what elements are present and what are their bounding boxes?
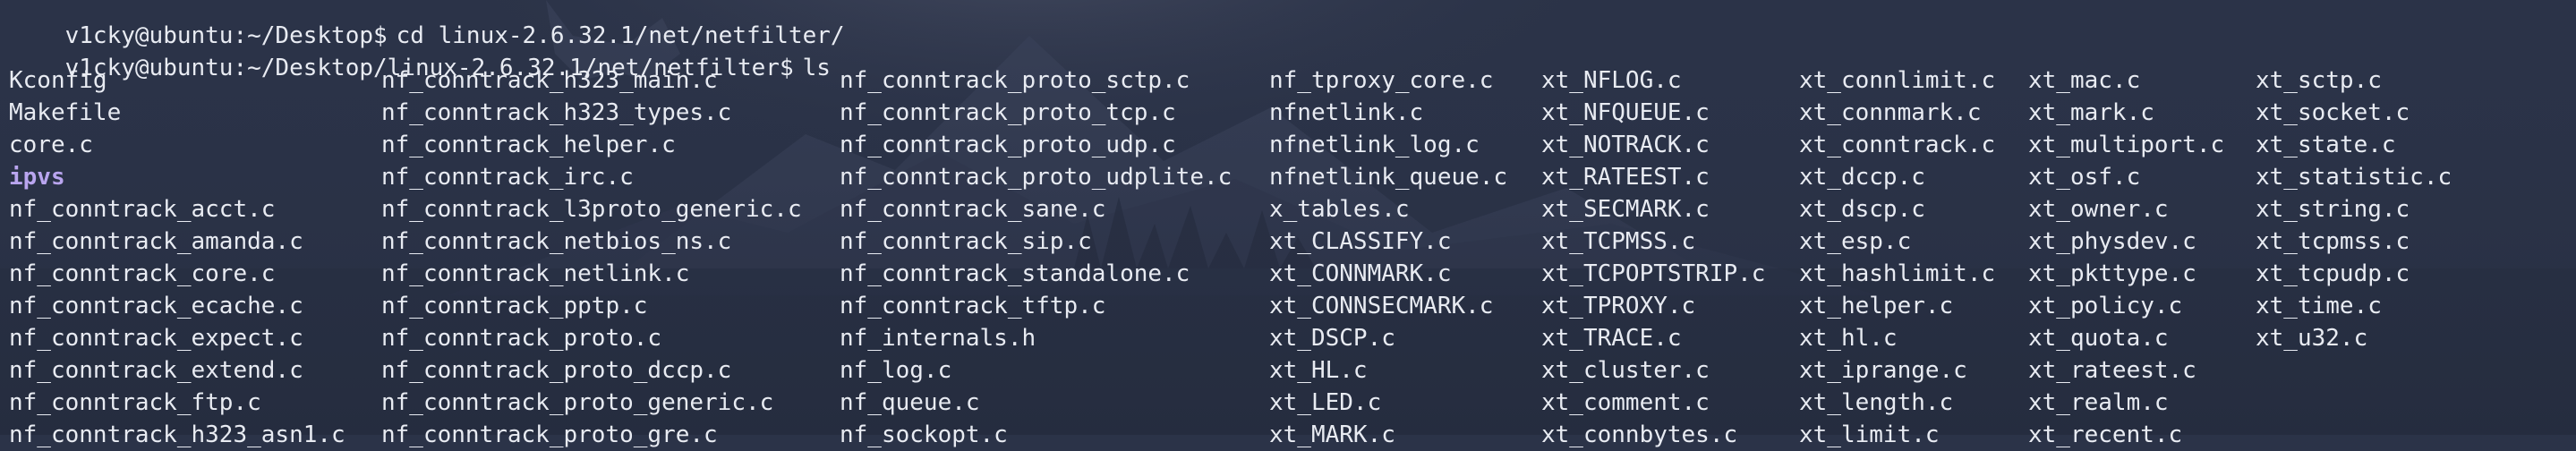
file-entry: nf_log.c (840, 357, 952, 384)
file-entry: nf_tproxy_core.c (1269, 67, 1494, 94)
file-entry: nf_conntrack_acct.c (9, 196, 276, 223)
file-entry: xt_SECMARK.c (1541, 196, 1710, 223)
file-entry: xt_string.c (2256, 196, 2410, 223)
file-entry: xt_mark.c (2028, 99, 2154, 126)
file-entry: nf_conntrack_ecache.c (9, 293, 303, 319)
directory-entry: ipvs (9, 164, 65, 191)
file-entry: xt_pkttype.c (2028, 260, 2196, 287)
file-entry: xt_tcpudp.c (2256, 260, 2410, 287)
file-entry: xt_TCPMSS.c (1541, 228, 1696, 255)
file-entry: nf_sockopt.c (840, 421, 1008, 448)
file-entry: xt_statistic.c (2256, 164, 2452, 191)
file-entry: nf_internals.h (840, 325, 1036, 352)
file-entry: nf_conntrack_proto_udplite.c (840, 164, 1233, 191)
file-entry: nfnetlink.c (1269, 99, 1424, 126)
file-entry: nf_conntrack_netlink.c (381, 260, 690, 287)
file-entry: nf_conntrack_proto_tcp.c (840, 99, 1176, 126)
file-entry: xt_socket.c (2256, 99, 2410, 126)
file-entry: xt_CONNSECMARK.c (1269, 293, 1494, 319)
file-entry: xt_owner.c (2028, 196, 2169, 223)
terminal-window[interactable]: v1cky@ubuntu:~/Desktop$ cd linux-2.6.32.1… (0, 0, 2576, 448)
file-entry: xt_DSCP.c (1269, 325, 1395, 352)
file-entry: xt_dccp.c (1799, 164, 1925, 191)
file-entry: core.c (9, 132, 93, 158)
file-entry: nf_conntrack_proto_gre.c (381, 421, 718, 448)
file-entry: xt_helper.c (1799, 293, 1954, 319)
file-entry: xt_CONNMARK.c (1269, 260, 1452, 287)
shell-command: ls (802, 55, 831, 81)
file-entry: nf_conntrack_proto_generic.c (381, 389, 774, 416)
file-entry: xt_state.c (2256, 132, 2396, 158)
file-entry: nf_conntrack_sane.c (840, 196, 1106, 223)
file-entry: xt_u32.c (2256, 325, 2368, 352)
file-entry: nfnetlink_queue.c (1269, 164, 1508, 191)
file-entry: xt_esp.c (1799, 228, 1912, 255)
file-entry: Makefile (9, 99, 122, 126)
file-entry: xt_quota.c (2028, 325, 2169, 352)
file-entry: xt_NFLOG.c (1541, 67, 1682, 94)
file-entry: nf_conntrack_standalone.c (840, 260, 1190, 287)
file-entry: xt_hashlimit.c (1799, 260, 1996, 287)
file-entry: xt_TCPOPTSTRIP.c (1541, 260, 1766, 287)
file-entry: xt_dscp.c (1799, 196, 1925, 223)
file-entry: xt_physdev.c (2028, 228, 2196, 255)
file-entry: x_tables.c (1269, 196, 1410, 223)
file-entry: nf_conntrack_h323_asn1.c (9, 421, 345, 448)
file-entry: nf_conntrack_helper.c (381, 132, 676, 158)
file-entry: xt_MARK.c (1269, 421, 1395, 448)
file-entry: xt_connbytes.c (1541, 421, 1738, 448)
file-entry: nf_conntrack_proto_udp.c (840, 132, 1176, 158)
file-entry: xt_recent.c (2028, 421, 2183, 448)
file-entry: xt_NFQUEUE.c (1541, 99, 1710, 126)
file-entry: nf_conntrack_irc.c (381, 164, 634, 191)
file-entry: nf_conntrack_proto_sctp.c (840, 67, 1190, 94)
file-entry: nf_conntrack_core.c (9, 260, 276, 287)
file-entry: xt_rateest.c (2028, 357, 2196, 384)
file-entry: xt_LED.c (1269, 389, 1382, 416)
file-entry: xt_multiport.c (2028, 132, 2225, 158)
file-entry: nf_conntrack_ftp.c (9, 389, 261, 416)
file-entry: xt_policy.c (2028, 293, 2183, 319)
file-entry: xt_RATEEST.c (1541, 164, 1710, 191)
file-entry: xt_cluster.c (1541, 357, 1710, 384)
file-entry: xt_connlimit.c (1799, 67, 1996, 94)
file-entry: xt_time.c (2256, 293, 2382, 319)
file-entry: xt_osf.c (2028, 164, 2141, 191)
file-entry: nf_conntrack_h323_main.c (381, 67, 718, 94)
file-entry: nfnetlink_log.c (1269, 132, 1480, 158)
prompt-line-ls: v1cky@ubuntu:~/Desktop/linux-2.6.32.1/ne… (9, 20, 831, 81)
file-entry: nf_conntrack_h323_types.c (381, 99, 732, 126)
file-entry: xt_connmark.c (1799, 99, 1982, 126)
file-entry: nf_conntrack_pptp.c (381, 293, 648, 319)
file-entry: xt_conntrack.c (1799, 132, 1996, 158)
file-entry: xt_iprange.c (1799, 357, 1967, 384)
file-entry: nf_conntrack_l3proto_generic.c (381, 196, 802, 223)
file-entry: Kconfig (9, 67, 107, 94)
file-entry: xt_tcpmss.c (2256, 228, 2410, 255)
file-entry: xt_HL.c (1269, 357, 1368, 384)
file-entry: nf_conntrack_proto_dccp.c (381, 357, 732, 384)
file-entry: nf_conntrack_netbios_ns.c (381, 228, 732, 255)
file-entry: xt_realm.c (2028, 389, 2169, 416)
file-entry: xt_NOTRACK.c (1541, 132, 1710, 158)
file-entry: nf_conntrack_extend.c (9, 357, 303, 384)
file-entry: nf_queue.c (840, 389, 980, 416)
file-entry: xt_sctp.c (2256, 67, 2382, 94)
file-entry: xt_TRACE.c (1541, 325, 1682, 352)
file-entry: xt_mac.c (2028, 67, 2141, 94)
file-entry: xt_hl.c (1799, 325, 1898, 352)
file-entry: nf_conntrack_amanda.c (9, 228, 303, 255)
prompt-line-cd: v1cky@ubuntu:~/Desktop$ cd linux-2.6.32.1… (9, 0, 845, 49)
file-entry: nf_conntrack_expect.c (9, 325, 303, 352)
file-entry: xt_TPROXY.c (1541, 293, 1696, 319)
file-entry: xt_limit.c (1799, 421, 1940, 448)
file-entry: xt_length.c (1799, 389, 1954, 416)
file-entry: nf_conntrack_proto.c (381, 325, 662, 352)
file-entry: nf_conntrack_sip.c (840, 228, 1092, 255)
file-entry: nf_conntrack_tftp.c (840, 293, 1106, 319)
file-entry: xt_comment.c (1541, 389, 1710, 416)
file-entry: xt_CLASSIFY.c (1269, 228, 1452, 255)
